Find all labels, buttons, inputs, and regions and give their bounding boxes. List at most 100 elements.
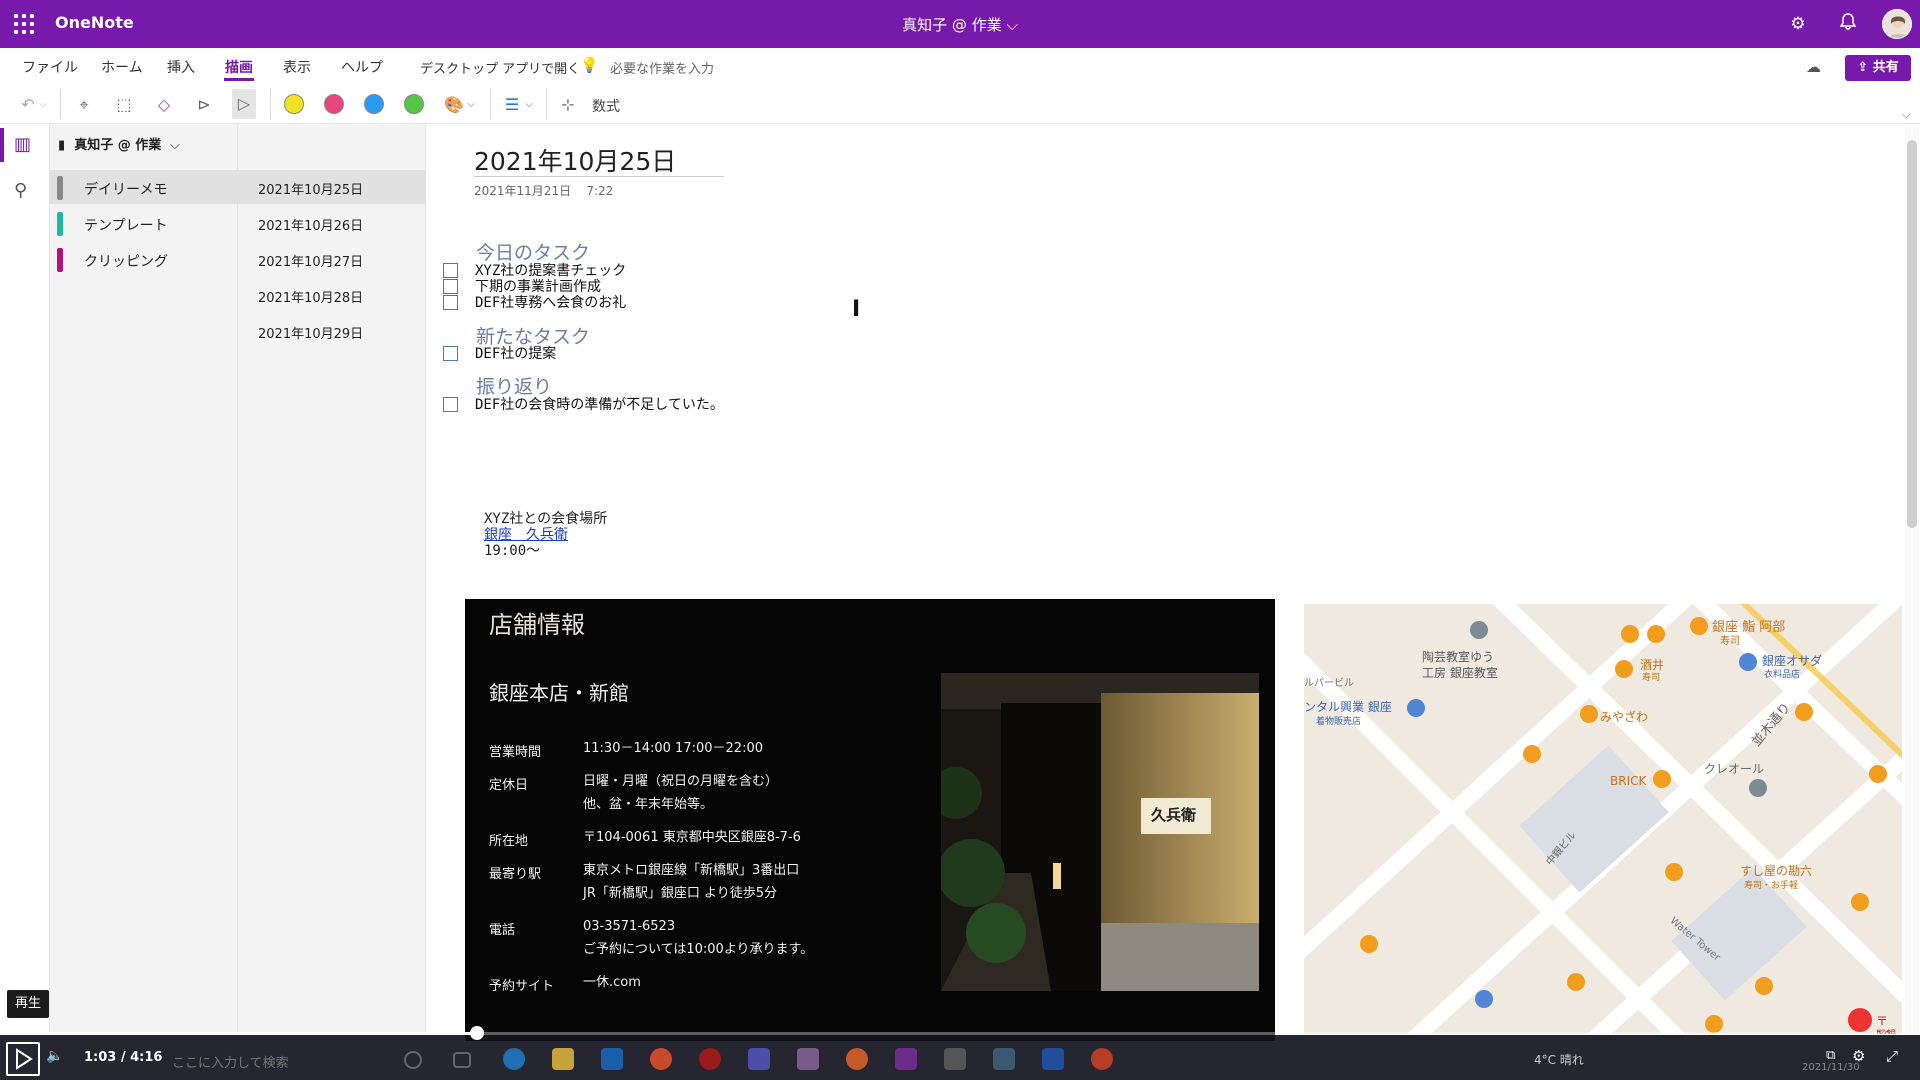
task-item[interactable]: DEF社の会食時の準備が不足していた。 xyxy=(475,394,724,414)
page-title[interactable]: 2021年10月25日 xyxy=(474,142,676,178)
bell-icon[interactable] xyxy=(1836,12,1860,36)
play-button[interactable] xyxy=(6,1042,40,1076)
map-label: クレオール xyxy=(1704,762,1765,776)
map-label: 着物販売店 xyxy=(1316,717,1362,727)
onenote-taskbar-icon[interactable] xyxy=(895,1048,917,1070)
menu-home[interactable]: ホーム xyxy=(101,57,143,77)
section-item-clipping[interactable]: クリッピング xyxy=(50,242,238,276)
menu-help[interactable]: ヘルプ xyxy=(341,57,383,77)
storefront-photo: 久兵衛 xyxy=(941,673,1259,991)
teams-icon[interactable] xyxy=(748,1048,770,1070)
section-item-daily-memo[interactable]: デイリーメモ xyxy=(50,170,238,204)
store-row-value: ご予約については10:00より承ります。 xyxy=(583,942,814,957)
store-row-label: 最寄り駅 xyxy=(489,867,542,882)
share-button[interactable]: ⇪ 共有 xyxy=(1845,55,1911,81)
pen-blue[interactable] xyxy=(364,94,384,114)
page-item[interactable]: 2021年10月25日 xyxy=(238,170,426,204)
page-item[interactable]: 2021年10月26日 xyxy=(238,206,426,240)
file-explorer-icon[interactable] xyxy=(552,1048,574,1070)
outlook-icon[interactable] xyxy=(601,1048,623,1070)
map-image[interactable]: 陶芸教室ゆう 工房 銀座教室 ンタル興業 銀座 着物販売店 ルパービル 銀座 鮨… xyxy=(1304,604,1902,1034)
pen-tool-icon[interactable]: ⊳ xyxy=(192,94,216,116)
weather-widget[interactable]: 4°C 晴れ xyxy=(1534,1051,1584,1068)
open-desktop-app[interactable]: デスクトップ アプリで開く xyxy=(420,58,580,77)
captions-icon[interactable]: ⧉ xyxy=(1826,1048,1835,1063)
app-icon[interactable] xyxy=(797,1048,819,1070)
page-item[interactable]: 2021年10月27日 xyxy=(238,242,426,276)
menu-view[interactable]: 表示 xyxy=(283,57,311,77)
pen-yellow[interactable] xyxy=(284,94,304,114)
palette-icon[interactable]: 🎨 xyxy=(442,94,466,116)
undo-dropdown-icon[interactable]: ⌵ xyxy=(36,94,50,116)
tell-me-search[interactable]: 必要な作業を入力 xyxy=(610,58,714,77)
task-item[interactable]: DEF社の提案 xyxy=(475,343,556,363)
store-row-value: 03-3571-6523 xyxy=(583,919,676,934)
chrome-icon[interactable] xyxy=(650,1048,672,1070)
volume-icon[interactable]: 🔈 xyxy=(46,1048,63,1064)
app-icon[interactable] xyxy=(993,1048,1015,1070)
firefox-icon[interactable] xyxy=(846,1048,868,1070)
pen-green[interactable] xyxy=(404,94,424,114)
pointer-pen-icon[interactable]: ▷ xyxy=(232,89,256,119)
page-item[interactable]: 2021年10月28日 xyxy=(238,278,426,312)
toolbar-divider xyxy=(270,89,271,119)
map-label: 工房 銀座教室 xyxy=(1422,666,1498,680)
nav-active-indicator xyxy=(0,128,4,162)
avatar[interactable] xyxy=(1882,9,1912,39)
store-info-image[interactable]: 店舗情報 銀座本店・新館 営業時間 11:30－14:00 17:00－22:0… xyxy=(465,599,1275,1041)
media-icon[interactable] xyxy=(699,1048,721,1070)
line-width-icon[interactable]: ☰ xyxy=(500,94,524,116)
taskbar-search-hint[interactable]: ここに入力して検索 xyxy=(172,1052,289,1071)
venue-time[interactable]: 19:00～ xyxy=(484,540,540,560)
progress-fill xyxy=(0,1032,477,1035)
map-label: 寿司 xyxy=(1720,636,1740,647)
todo-checkbox[interactable] xyxy=(443,263,458,278)
equation-button[interactable]: 数式 xyxy=(592,96,620,116)
page-label: 2021年10月26日 xyxy=(258,219,364,234)
lasso-select-icon[interactable]: ⬚ xyxy=(112,94,136,116)
store-row-value: 他、盆・年末年始等。 xyxy=(583,797,714,812)
pen-pink[interactable] xyxy=(324,94,344,114)
todo-checkbox[interactable] xyxy=(443,346,458,361)
progress-scrubber[interactable] xyxy=(470,1026,484,1040)
app-icon[interactable] xyxy=(944,1048,966,1070)
toolbar-divider xyxy=(546,89,547,119)
store-row-value: 東京メトロ銀座線「新橋駅」3番出口 xyxy=(583,863,800,878)
menu-insert[interactable]: 挿入 xyxy=(167,57,195,77)
ribbon-collapse-icon[interactable]: ⌵ xyxy=(1902,108,1910,122)
task-view-icon[interactable] xyxy=(453,1052,471,1068)
section-color-tab xyxy=(57,176,63,200)
menu-file[interactable]: ファイル xyxy=(22,57,78,77)
video-time: 1:03 / 4:16 xyxy=(84,1050,163,1065)
task-item[interactable]: DEF社専務へ会食のお礼 xyxy=(475,292,626,312)
navigation-rail xyxy=(0,124,50,1034)
notebooks-icon[interactable]: ▥ xyxy=(14,134,31,155)
word-icon[interactable] xyxy=(1042,1048,1064,1070)
scrollbar-thumb[interactable] xyxy=(1907,140,1917,528)
notebook-header[interactable]: ▮ 真知子 @ 作業 ⌵ xyxy=(58,134,180,153)
fullscreen-icon[interactable]: ⤢ xyxy=(1886,1047,1898,1065)
store-row-label: 予約サイト xyxy=(489,979,555,994)
powerpoint-icon[interactable] xyxy=(1091,1048,1113,1070)
todo-checkbox[interactable] xyxy=(443,397,458,412)
eraser-icon[interactable]: ◇ xyxy=(152,94,176,116)
section-item-template[interactable]: テンプレート xyxy=(50,206,238,240)
map-label: 衣料品店 xyxy=(1764,670,1801,680)
cortana-icon[interactable] xyxy=(404,1051,422,1069)
gear-icon[interactable]: ⚙ xyxy=(1786,12,1810,36)
page-item[interactable]: 2021年10月29日 xyxy=(238,314,426,348)
page-timestamp: 2021年11月21日 7:22 xyxy=(474,182,613,199)
store-row-label: 電話 xyxy=(489,923,516,938)
menu-draw[interactable]: 描画 xyxy=(225,57,253,77)
sync-cloud-icon[interactable]: ☁ xyxy=(1806,58,1821,76)
todo-checkbox[interactable] xyxy=(443,279,458,294)
edge-icon[interactable] xyxy=(503,1048,525,1070)
search-icon[interactable]: ⚲ xyxy=(14,180,27,201)
title-bar: OneNote 真知子 @ 作業 ⌵ ⚙ xyxy=(0,0,1920,48)
palette-dropdown-icon[interactable]: ⌵ xyxy=(464,94,478,116)
todo-checkbox[interactable] xyxy=(443,295,458,310)
equation-icon[interactable]: ⊹ xyxy=(556,94,580,116)
notebook-title-dropdown[interactable]: 真知子 @ 作業 ⌵ xyxy=(0,14,1920,35)
type-select-icon[interactable]: ⌖ xyxy=(72,94,96,116)
line-width-dropdown-icon[interactable]: ⌵ xyxy=(522,94,536,116)
